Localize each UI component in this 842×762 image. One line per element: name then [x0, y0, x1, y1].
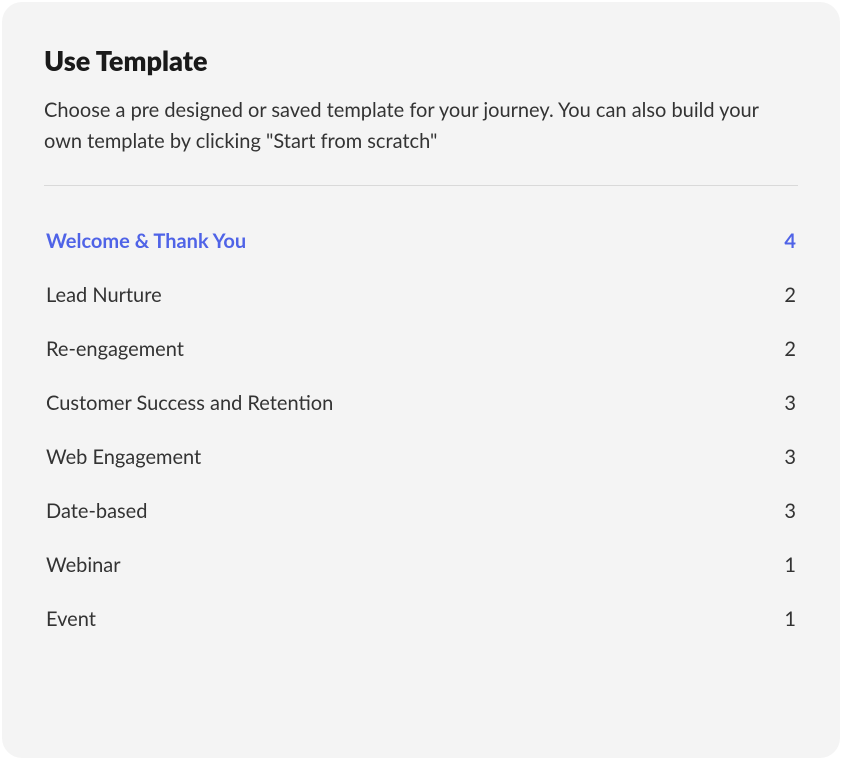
category-list: Welcome & Thank You 4 Lead Nurture 2 Re-…	[44, 214, 798, 646]
category-count: 3	[784, 499, 796, 523]
page-title: Use Template	[44, 44, 798, 77]
divider	[44, 185, 798, 186]
category-label: Event	[46, 607, 96, 631]
category-customer-success[interactable]: Customer Success and Retention 3	[44, 376, 798, 430]
category-lead-nurture[interactable]: Lead Nurture 2	[44, 268, 798, 322]
category-count: 1	[784, 607, 796, 631]
category-count: 3	[784, 445, 796, 469]
category-label: Welcome & Thank You	[46, 229, 246, 253]
category-count: 1	[784, 553, 796, 577]
category-count: 2	[784, 283, 796, 307]
category-label: Lead Nurture	[46, 283, 162, 307]
category-count: 2	[784, 337, 796, 361]
category-web-engagement[interactable]: Web Engagement 3	[44, 430, 798, 484]
category-label: Customer Success and Retention	[46, 391, 333, 415]
category-label: Date-based	[46, 499, 147, 523]
category-count: 3	[784, 391, 796, 415]
category-re-engagement[interactable]: Re-engagement 2	[44, 322, 798, 376]
template-panel: Use Template Choose a pre designed or sa…	[2, 2, 840, 758]
category-event[interactable]: Event 1	[44, 592, 798, 646]
category-label: Re-engagement	[46, 337, 184, 361]
category-date-based[interactable]: Date-based 3	[44, 484, 798, 538]
category-label: Web Engagement	[46, 445, 201, 469]
category-welcome-thank-you[interactable]: Welcome & Thank You 4	[44, 214, 798, 268]
page-description: Choose a pre designed or saved template …	[44, 95, 774, 157]
category-label: Webinar	[46, 553, 121, 577]
category-count: 4	[784, 229, 796, 253]
category-webinar[interactable]: Webinar 1	[44, 538, 798, 592]
